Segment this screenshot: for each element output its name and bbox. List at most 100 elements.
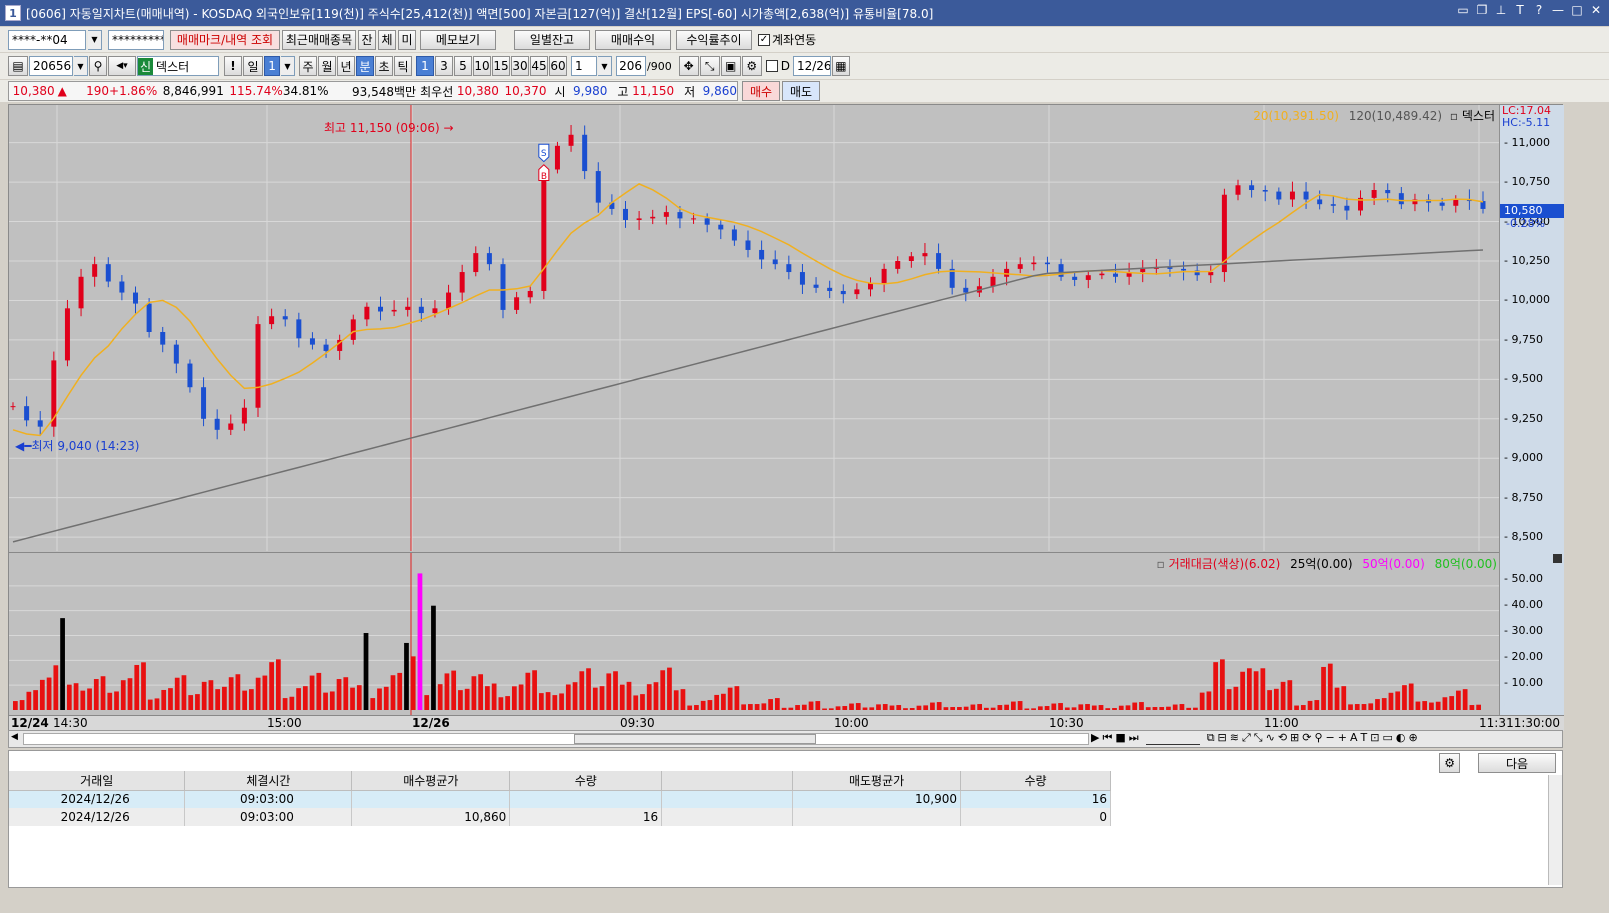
save-icon[interactable]: ▣ bbox=[720, 56, 741, 76]
volume-bar bbox=[774, 698, 780, 710]
tool10-icon[interactable]: ⊡ bbox=[1370, 731, 1379, 745]
tool13-icon[interactable]: ⊕ bbox=[1408, 731, 1417, 745]
account-input[interactable]: ****-**04 bbox=[8, 29, 86, 50]
zoom-icon[interactable]: ⚲ bbox=[1314, 731, 1322, 745]
account-link-checkbox[interactable]: ✓ 계좌연동 bbox=[758, 31, 816, 48]
tile-icon[interactable]: ▭ bbox=[1456, 3, 1470, 17]
scroll-thumb[interactable] bbox=[574, 734, 816, 744]
panel-close-icon[interactable] bbox=[1553, 554, 1562, 563]
minute-1-button[interactable]: 1 bbox=[416, 56, 434, 76]
code-dropdown-icon[interactable]: ▼ bbox=[74, 56, 88, 76]
pin2-icon[interactable]: T bbox=[1513, 3, 1527, 17]
period-tick-button[interactable]: 틱 bbox=[394, 56, 412, 76]
tool1-icon[interactable]: ⧉ bbox=[1207, 731, 1215, 745]
maximize-icon[interactable]: □ bbox=[1570, 3, 1584, 17]
period-week-button[interactable]: 주 bbox=[299, 56, 317, 76]
next-button[interactable]: 다음 bbox=[1478, 753, 1556, 773]
text-icon[interactable]: A bbox=[1350, 731, 1358, 745]
volume-bar bbox=[808, 701, 814, 710]
memo-button[interactable]: 메모보기 bbox=[420, 29, 496, 50]
date-input[interactable]: 12/26 bbox=[792, 56, 831, 76]
tool2-icon[interactable]: ⊟ bbox=[1218, 731, 1227, 745]
plus-icon[interactable]: + bbox=[1338, 731, 1347, 745]
d-checkbox[interactable] bbox=[765, 60, 778, 72]
table-row[interactable]: 2024/12/26 09:03:00 10,860 16 0 bbox=[9, 808, 1111, 826]
sell-button[interactable]: 매도 bbox=[782, 81, 820, 101]
speaker-icon[interactable]: ◀▾ bbox=[108, 56, 136, 76]
volume-bar bbox=[262, 675, 268, 710]
minute-60-button[interactable]: 60 bbox=[549, 56, 567, 76]
period-year-button[interactable]: 년 bbox=[337, 56, 355, 76]
minute-3-button[interactable]: 3 bbox=[435, 56, 453, 76]
alert-button[interactable]: ! bbox=[224, 56, 242, 76]
period-count-input[interactable]: 1 bbox=[264, 56, 280, 76]
chart-scrollbar[interactable]: ◀ ▶ ⏮ ■ ⏭ ⧉ ⊟ ≋ ⤢ ⤡ ∿ ⟲ ⊞ ⟳ ⚲ − + A T ⊡ … bbox=[8, 730, 1563, 748]
minute-45-button[interactable]: 45 bbox=[530, 56, 548, 76]
minute-15-button[interactable]: 15 bbox=[492, 56, 510, 76]
chart-area[interactable]: SB 20(10,391.50) 120(10,489.42) ▫ 덱스터 최고… bbox=[8, 104, 1564, 731]
count-input[interactable]: 206 bbox=[616, 56, 646, 76]
text2-icon[interactable]: T bbox=[1361, 731, 1368, 745]
calendar-icon[interactable]: ▦ bbox=[831, 56, 850, 76]
period-month-button[interactable]: 월 bbox=[318, 56, 336, 76]
play-icon[interactable]: ▶ bbox=[1091, 731, 1099, 745]
gear-icon[interactable]: ⚙ bbox=[741, 56, 762, 76]
draw-line-icon[interactable]: ⤡ bbox=[699, 56, 720, 76]
trade-mark-query-button[interactable]: 매매마크/내역 조회 bbox=[170, 29, 280, 50]
minus-icon[interactable]: − bbox=[1326, 731, 1335, 745]
balance-button[interactable]: 잔 bbox=[358, 29, 376, 50]
minimize-icon[interactable]: — bbox=[1551, 3, 1565, 17]
help-icon[interactable]: ? bbox=[1532, 3, 1546, 17]
zoom-slider[interactable] bbox=[1145, 731, 1200, 745]
unit-dropdown-icon[interactable]: ▼ bbox=[598, 56, 612, 76]
tool12-icon[interactable]: ◐ bbox=[1396, 731, 1406, 745]
volume-panel[interactable]: ▫ 거래대금(색상)(6.02) 25억(0.00) 50억(0.00) 80억… bbox=[9, 552, 1499, 716]
tool11-icon[interactable]: ▭ bbox=[1382, 731, 1392, 745]
copy-window-icon[interactable]: ❐ bbox=[1475, 3, 1489, 17]
table-scrollbar[interactable] bbox=[1548, 775, 1562, 885]
stock-code-input[interactable]: 206560 bbox=[29, 56, 73, 76]
tool5-icon[interactable]: ⤡ bbox=[1254, 731, 1263, 745]
password-input[interactable]: ********* bbox=[108, 29, 164, 50]
scroll-left-icon[interactable]: ◀ bbox=[11, 732, 18, 742]
tool6-icon[interactable]: ∿ bbox=[1266, 731, 1275, 745]
stop-icon[interactable]: ■ bbox=[1115, 731, 1125, 745]
table-row[interactable]: 2024/12/26 09:03:00 10,900 16 bbox=[9, 790, 1111, 808]
close-icon[interactable]: ✕ bbox=[1589, 3, 1603, 17]
period-day-button[interactable]: 일 bbox=[243, 56, 263, 76]
buy-button[interactable]: 매수 bbox=[742, 81, 780, 101]
crosshair-icon[interactable]: ✥ bbox=[678, 56, 699, 76]
settings-button[interactable]: ⚙ bbox=[1439, 753, 1460, 773]
price-panel[interactable]: SB 20(10,391.50) 120(10,489.42) ▫ 덱스터 최고… bbox=[9, 105, 1499, 551]
pin-icon[interactable]: ⊥ bbox=[1494, 3, 1508, 17]
tool9-icon[interactable]: ⟳ bbox=[1302, 731, 1311, 745]
volume-bar bbox=[640, 694, 645, 710]
rewind-icon[interactable]: ⏮ bbox=[1102, 731, 1112, 745]
tool7-icon[interactable]: ⟲ bbox=[1278, 731, 1287, 745]
search-icon[interactable]: ⚲ bbox=[89, 56, 107, 76]
period-count-dropdown-icon[interactable]: ▼ bbox=[281, 56, 295, 76]
forward-icon[interactable]: ⏭ bbox=[1129, 731, 1139, 745]
minute-5-button[interactable]: 5 bbox=[454, 56, 472, 76]
tool4-icon[interactable]: ⤢ bbox=[1242, 731, 1251, 745]
period-minute-button[interactable]: 분 bbox=[356, 56, 374, 76]
filled-button[interactable]: 체 bbox=[378, 29, 396, 50]
minute-10-button[interactable]: 10 bbox=[473, 56, 491, 76]
checkbox-icon[interactable]: ✓ bbox=[758, 33, 770, 46]
unfilled-button[interactable]: 미 bbox=[398, 29, 416, 50]
tool3-icon[interactable]: ≋ bbox=[1230, 731, 1239, 745]
account-dropdown-icon[interactable]: ▼ bbox=[88, 29, 102, 50]
return-trend-button[interactable]: 수익률추이 bbox=[676, 29, 752, 50]
current-price-tag: 10,580 bbox=[1500, 204, 1564, 218]
stock-name-field[interactable]: 신 덱스터 bbox=[137, 56, 219, 76]
scroll-track[interactable] bbox=[23, 733, 1089, 745]
daily-balance-button[interactable]: 일별잔고 bbox=[514, 29, 590, 50]
tool8-icon[interactable]: ⊞ bbox=[1290, 731, 1299, 745]
recent-trades-button[interactable]: 최근매매종목 bbox=[282, 29, 356, 50]
unit-input[interactable]: 1 bbox=[571, 56, 597, 76]
panel-icon[interactable]: ▤ bbox=[8, 56, 28, 76]
minute-30-button[interactable]: 30 bbox=[511, 56, 529, 76]
period-second-button[interactable]: 초 bbox=[375, 56, 393, 76]
volume-bar bbox=[141, 662, 146, 710]
trade-profit-button[interactable]: 매매수익 bbox=[595, 29, 671, 50]
